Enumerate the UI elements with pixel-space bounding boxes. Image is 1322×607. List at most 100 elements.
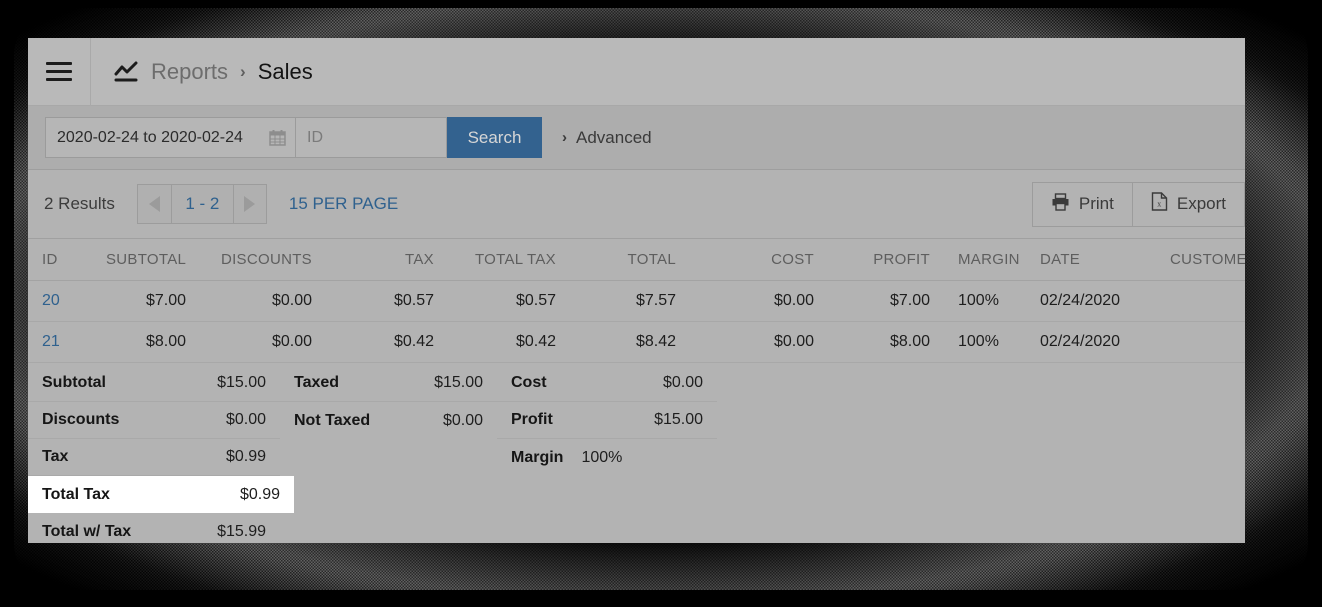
summary-value: $15.00 <box>217 374 266 391</box>
per-page-link[interactable]: 15 PER PAGE <box>289 194 398 214</box>
column-header-customer[interactable]: CUSTOMER <box>1156 239 1245 281</box>
summary-value: $0.00 <box>442 411 483 429</box>
summary-row-margin: Margin 100% <box>497 439 717 476</box>
summary-row-cost: Cost $0.00 <box>497 365 717 402</box>
table-header: ID SUBTOTAL DISCOUNTS TAX TOTAL TAX TOTA… <box>28 239 1245 281</box>
cell-date: 02/24/2020 <box>1026 321 1156 363</box>
cell-tax: $0.57 <box>326 280 448 322</box>
export-button[interactable]: x Export <box>1131 182 1244 226</box>
summary-value: $15.00 <box>434 374 483 391</box>
summary-label: Subtotal <box>42 374 106 391</box>
summary-label: Taxed <box>294 374 340 391</box>
search-toolbar: 2020-02-24 to 2020-02-24 ID Search › Adv… <box>28 106 1245 170</box>
app-header: Reports › Sales <box>28 38 1245 106</box>
column-header-margin[interactable]: MARGIN <box>944 239 1026 281</box>
summary-column-middle: Taxed $15.00 Not Taxed $0.00 <box>280 363 497 543</box>
summary-label: Not Taxed <box>294 411 371 429</box>
breadcrumb-reports-link[interactable]: Reports <box>151 59 228 85</box>
column-header-profit[interactable]: PROFIT <box>828 239 944 281</box>
summary-value: 100% <box>581 448 623 466</box>
column-header-id[interactable]: ID <box>28 239 92 281</box>
pagination: 1 - 2 <box>136 184 267 224</box>
breadcrumb: Reports › Sales <box>91 59 313 85</box>
summary-label: Cost <box>511 374 547 391</box>
date-range-input[interactable]: 2020-02-24 to 2020-02-24 <box>45 117 295 158</box>
sales-table: ID SUBTOTAL DISCOUNTS TAX TOTAL TAX TOTA… <box>28 239 1245 363</box>
summary-row-tax: Tax $0.99 <box>28 439 280 476</box>
summary-value: $0.99 <box>239 485 280 503</box>
summary-row-profit: Profit $15.00 <box>497 402 717 439</box>
results-toolbar: 2 Results 1 - 2 15 PER PAGE Print x Expo… <box>28 170 1245 239</box>
triangle-right-icon <box>244 196 256 212</box>
summary-totals: Subtotal $15.00 Discounts $0.00 Tax $0.9… <box>28 363 1245 543</box>
menu-toggle-button[interactable] <box>28 38 91 106</box>
cell-total: $7.57 <box>570 280 690 322</box>
summary-label: Margin <box>511 448 564 466</box>
column-header-cost[interactable]: COST <box>690 239 828 281</box>
page-title: Sales <box>257 58 313 84</box>
cell-date: 02/24/2020 <box>1026 280 1156 322</box>
search-id-input[interactable]: ID <box>295 117 447 158</box>
row-id-link[interactable]: 21 <box>42 333 60 350</box>
cell-total-tax: $0.42 <box>448 321 570 363</box>
cell-id[interactable]: 20 <box>28 280 92 322</box>
cell-cost: $0.00 <box>690 321 828 363</box>
table-body: 20 $7.00 $0.00 $0.57 $0.57 $7.57 $0.00 $… <box>28 280 1245 363</box>
chevron-right-icon: › <box>562 129 567 146</box>
column-header-subtotal[interactable]: SUBTOTAL <box>92 239 200 281</box>
summary-row-discounts: Discounts $0.00 <box>28 402 280 439</box>
table-row[interactable]: 20 $7.00 $0.00 $0.57 $0.57 $7.57 $0.00 $… <box>28 280 1245 322</box>
pagination-prev-button[interactable] <box>136 184 171 224</box>
column-header-date[interactable]: DATE <box>1026 239 1156 281</box>
row-id-link[interactable]: 20 <box>42 292 60 309</box>
table-row[interactable]: 21 $8.00 $0.00 $0.42 $0.42 $8.42 $0.00 $… <box>28 321 1245 363</box>
calendar-icon[interactable] <box>269 129 286 146</box>
summary-column-right: Cost $0.00 Profit $15.00 Margin 100% <box>497 363 717 543</box>
cell-customer <box>1156 280 1245 322</box>
results-count: 2 Results <box>44 194 115 213</box>
cell-margin: 100% <box>944 280 1026 322</box>
excel-file-icon: x <box>1151 192 1168 216</box>
app-panel: Reports › Sales 2020-02-24 to 2020-02-24 <box>28 38 1245 543</box>
cell-id[interactable]: 21 <box>28 321 92 363</box>
summary-column-left: Subtotal $15.00 Discounts $0.00 Tax $0.9… <box>28 363 294 543</box>
summary-row-subtotal: Subtotal $15.00 <box>28 365 280 402</box>
line-chart-icon <box>113 61 139 83</box>
search-field-group: 2020-02-24 to 2020-02-24 ID Search <box>45 117 542 158</box>
column-header-total[interactable]: TOTAL <box>570 239 690 281</box>
summary-value: $15.00 <box>654 411 703 428</box>
pagination-current-range[interactable]: 1 - 2 <box>170 184 233 224</box>
search-button[interactable]: Search <box>447 117 542 158</box>
summary-row-total-tax: Total Tax $0.99 <box>28 476 294 513</box>
svg-text:x: x <box>1157 200 1161 209</box>
column-header-total-tax[interactable]: TOTAL TAX <box>448 239 570 281</box>
column-header-tax[interactable]: TAX <box>326 239 448 281</box>
summary-label: Total Tax <box>42 485 110 503</box>
summary-row-total-with-tax: Total w/ Tax $15.99 <box>28 513 280 543</box>
search-id-placeholder: ID <box>307 128 323 146</box>
export-label: Export <box>1176 194 1226 213</box>
table-header-row: ID SUBTOTAL DISCOUNTS TAX TOTAL TAX TOTA… <box>28 239 1245 281</box>
summary-label: Discounts <box>42 411 120 428</box>
cell-cost: $0.00 <box>690 280 828 322</box>
screen-root: Reports › Sales 2020-02-24 to 2020-02-24 <box>0 0 1322 607</box>
summary-label: Profit <box>511 411 553 428</box>
print-button[interactable]: Print <box>1032 182 1132 226</box>
summary-row-taxed: Taxed $15.00 <box>280 365 497 402</box>
cell-margin: 100% <box>944 321 1026 363</box>
summary-label: Tax <box>42 448 69 465</box>
summary-row-not-taxed: Not Taxed $0.00 <box>280 402 497 439</box>
printer-icon <box>1051 192 1070 216</box>
advanced-label: Advanced <box>576 127 652 147</box>
column-header-discounts[interactable]: DISCOUNTS <box>200 239 326 281</box>
hamburger-icon <box>46 57 72 86</box>
cell-discounts: $0.00 <box>200 321 326 363</box>
pagination-next-button[interactable] <box>232 184 267 224</box>
cell-tax: $0.42 <box>326 321 448 363</box>
export-toolbar: Print x Export <box>1031 181 1245 227</box>
cell-subtotal: $7.00 <box>92 280 200 322</box>
summary-value: $0.99 <box>225 448 266 465</box>
print-label: Print <box>1078 194 1114 213</box>
advanced-search-toggle[interactable]: › Advanced <box>562 128 652 148</box>
breadcrumb-separator: › <box>240 61 246 81</box>
